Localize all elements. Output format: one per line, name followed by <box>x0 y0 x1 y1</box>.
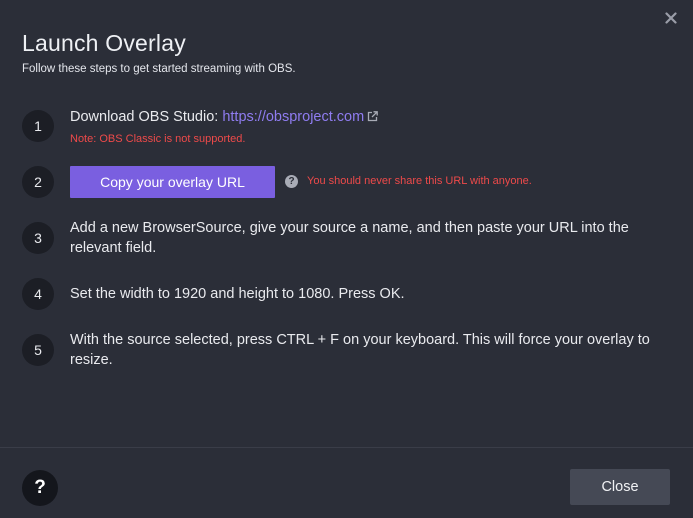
modal-subtitle: Follow these steps to get started stream… <box>22 63 296 75</box>
step-text: With the source selected, press CTRL + F… <box>70 332 650 368</box>
share-warning: You should never share this URL with any… <box>307 175 532 187</box>
obs-classic-note: Note: OBS Classic is not supported. <box>70 133 246 145</box>
question-circle-icon[interactable]: ? <box>285 175 298 188</box>
step-text: Set the width to 1920 and height to 1080… <box>70 286 405 302</box>
external-link-icon[interactable] <box>367 108 379 128</box>
step-number: 1 <box>22 110 54 142</box>
obs-download-link[interactable]: https://obsproject.com <box>222 109 364 125</box>
footer-divider <box>0 447 693 448</box>
step-number: 5 <box>22 334 54 366</box>
step-number: 4 <box>22 278 54 310</box>
step-body: Download OBS Studio: https://obsproject.… <box>70 107 650 149</box>
launch-overlay-modal: Launch Overlay Follow these steps to get… <box>0 0 693 518</box>
step-number: 3 <box>22 222 54 254</box>
help-button[interactable]: ? <box>22 470 58 506</box>
question-mark-icon: ? <box>34 477 46 498</box>
step-text: Add a new BrowserSource, give your sourc… <box>70 220 629 256</box>
close-button[interactable]: Close <box>570 469 670 505</box>
step-number: 2 <box>22 166 54 198</box>
copy-overlay-url-button[interactable]: Copy your overlay URL <box>70 166 275 198</box>
modal-title: Launch Overlay <box>22 30 186 56</box>
close-x-icon[interactable] <box>661 8 681 28</box>
step-text: Download OBS Studio: <box>70 109 219 125</box>
